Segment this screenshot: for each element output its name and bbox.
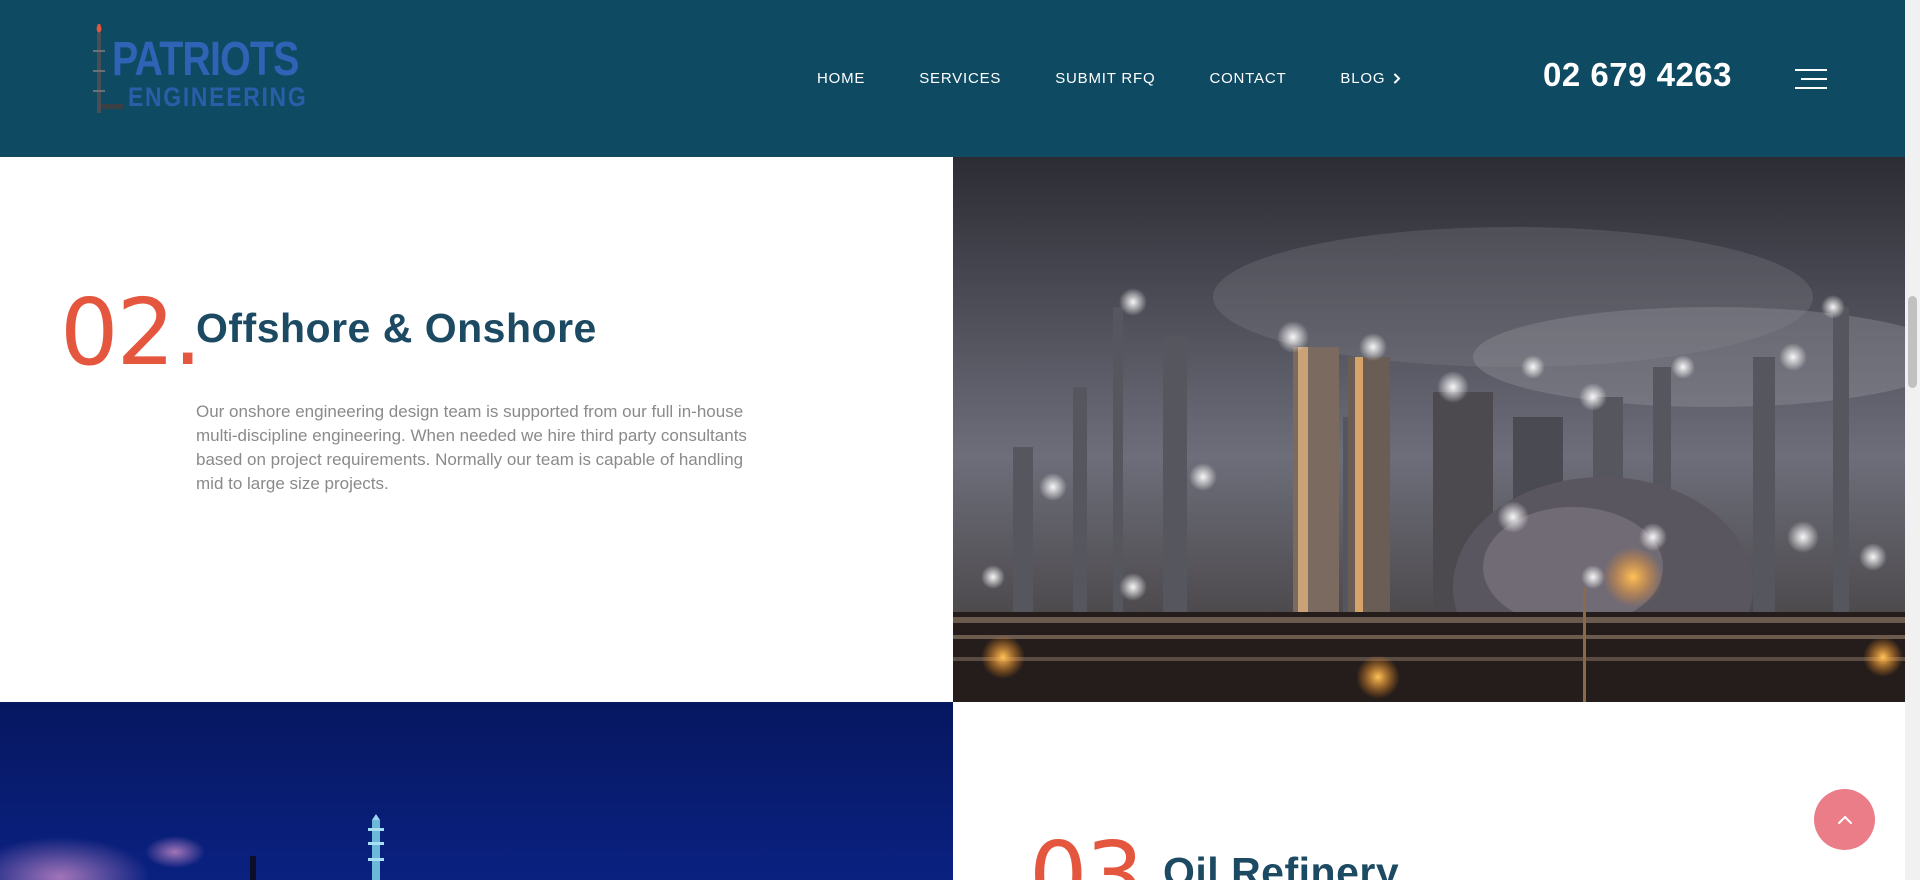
logo-text-primary: PATRIOTS <box>112 33 299 86</box>
nav-services-label: SERVICES <box>919 70 1002 87</box>
nav-blog-label: BLOG <box>1340 70 1386 87</box>
scrollbar-thumb[interactable] <box>1908 296 1917 388</box>
phone-number[interactable]: 02 679 4263 <box>1543 56 1732 94</box>
nav-blog[interactable]: BLOG <box>1340 70 1401 87</box>
section-title: Oil Refinery <box>1163 849 1400 880</box>
nav-submit-rfq-label: SUBMIT RFQ <box>1055 70 1156 87</box>
nav-services[interactable]: SERVICES <box>919 70 1001 87</box>
nav-submit-rfq[interactable]: SUBMIT RFQ <box>1055 70 1155 87</box>
section-description: Our onshore engineering design team is s… <box>196 402 747 493</box>
back-to-top-button[interactable] <box>1814 789 1875 850</box>
refinery-night-photo <box>953 157 1905 702</box>
nav-contact[interactable]: CONTACT <box>1209 70 1286 87</box>
nav-home-label: HOME <box>817 70 866 87</box>
site-header: PATRIOTS ENGINEERING HOME SERVICES SUBMI… <box>0 0 1905 157</box>
logo-text-secondary: ENGINEERING <box>128 82 308 112</box>
service-section-offshore: 02. Offshore & Onshore Our onshore engin… <box>0 157 953 702</box>
section-number: 03 <box>1029 822 1144 880</box>
offshore-platform-night-photo <box>0 702 953 880</box>
nav-home[interactable]: HOME <box>817 70 865 87</box>
hamburger-menu-icon[interactable] <box>1795 68 1827 90</box>
nav-contact-label: CONTACT <box>1209 70 1287 87</box>
section-number: 02. <box>60 279 202 386</box>
offshore-platform-illustration <box>0 702 953 880</box>
service-section-oil-refinery: 03 Oil Refinery <box>953 702 1905 880</box>
section-title: Offshore & Onshore <box>196 305 597 351</box>
refinery-illustration <box>953 157 1905 702</box>
chevron-up-icon <box>1837 815 1852 824</box>
logo[interactable]: PATRIOTS ENGINEERING <box>90 22 306 118</box>
main-nav: HOME SERVICES SUBMIT RFQ CONTACT BLOG <box>817 0 1401 157</box>
page-scrollbar[interactable] <box>1905 0 1920 880</box>
chevron-right-icon <box>1394 73 1401 84</box>
